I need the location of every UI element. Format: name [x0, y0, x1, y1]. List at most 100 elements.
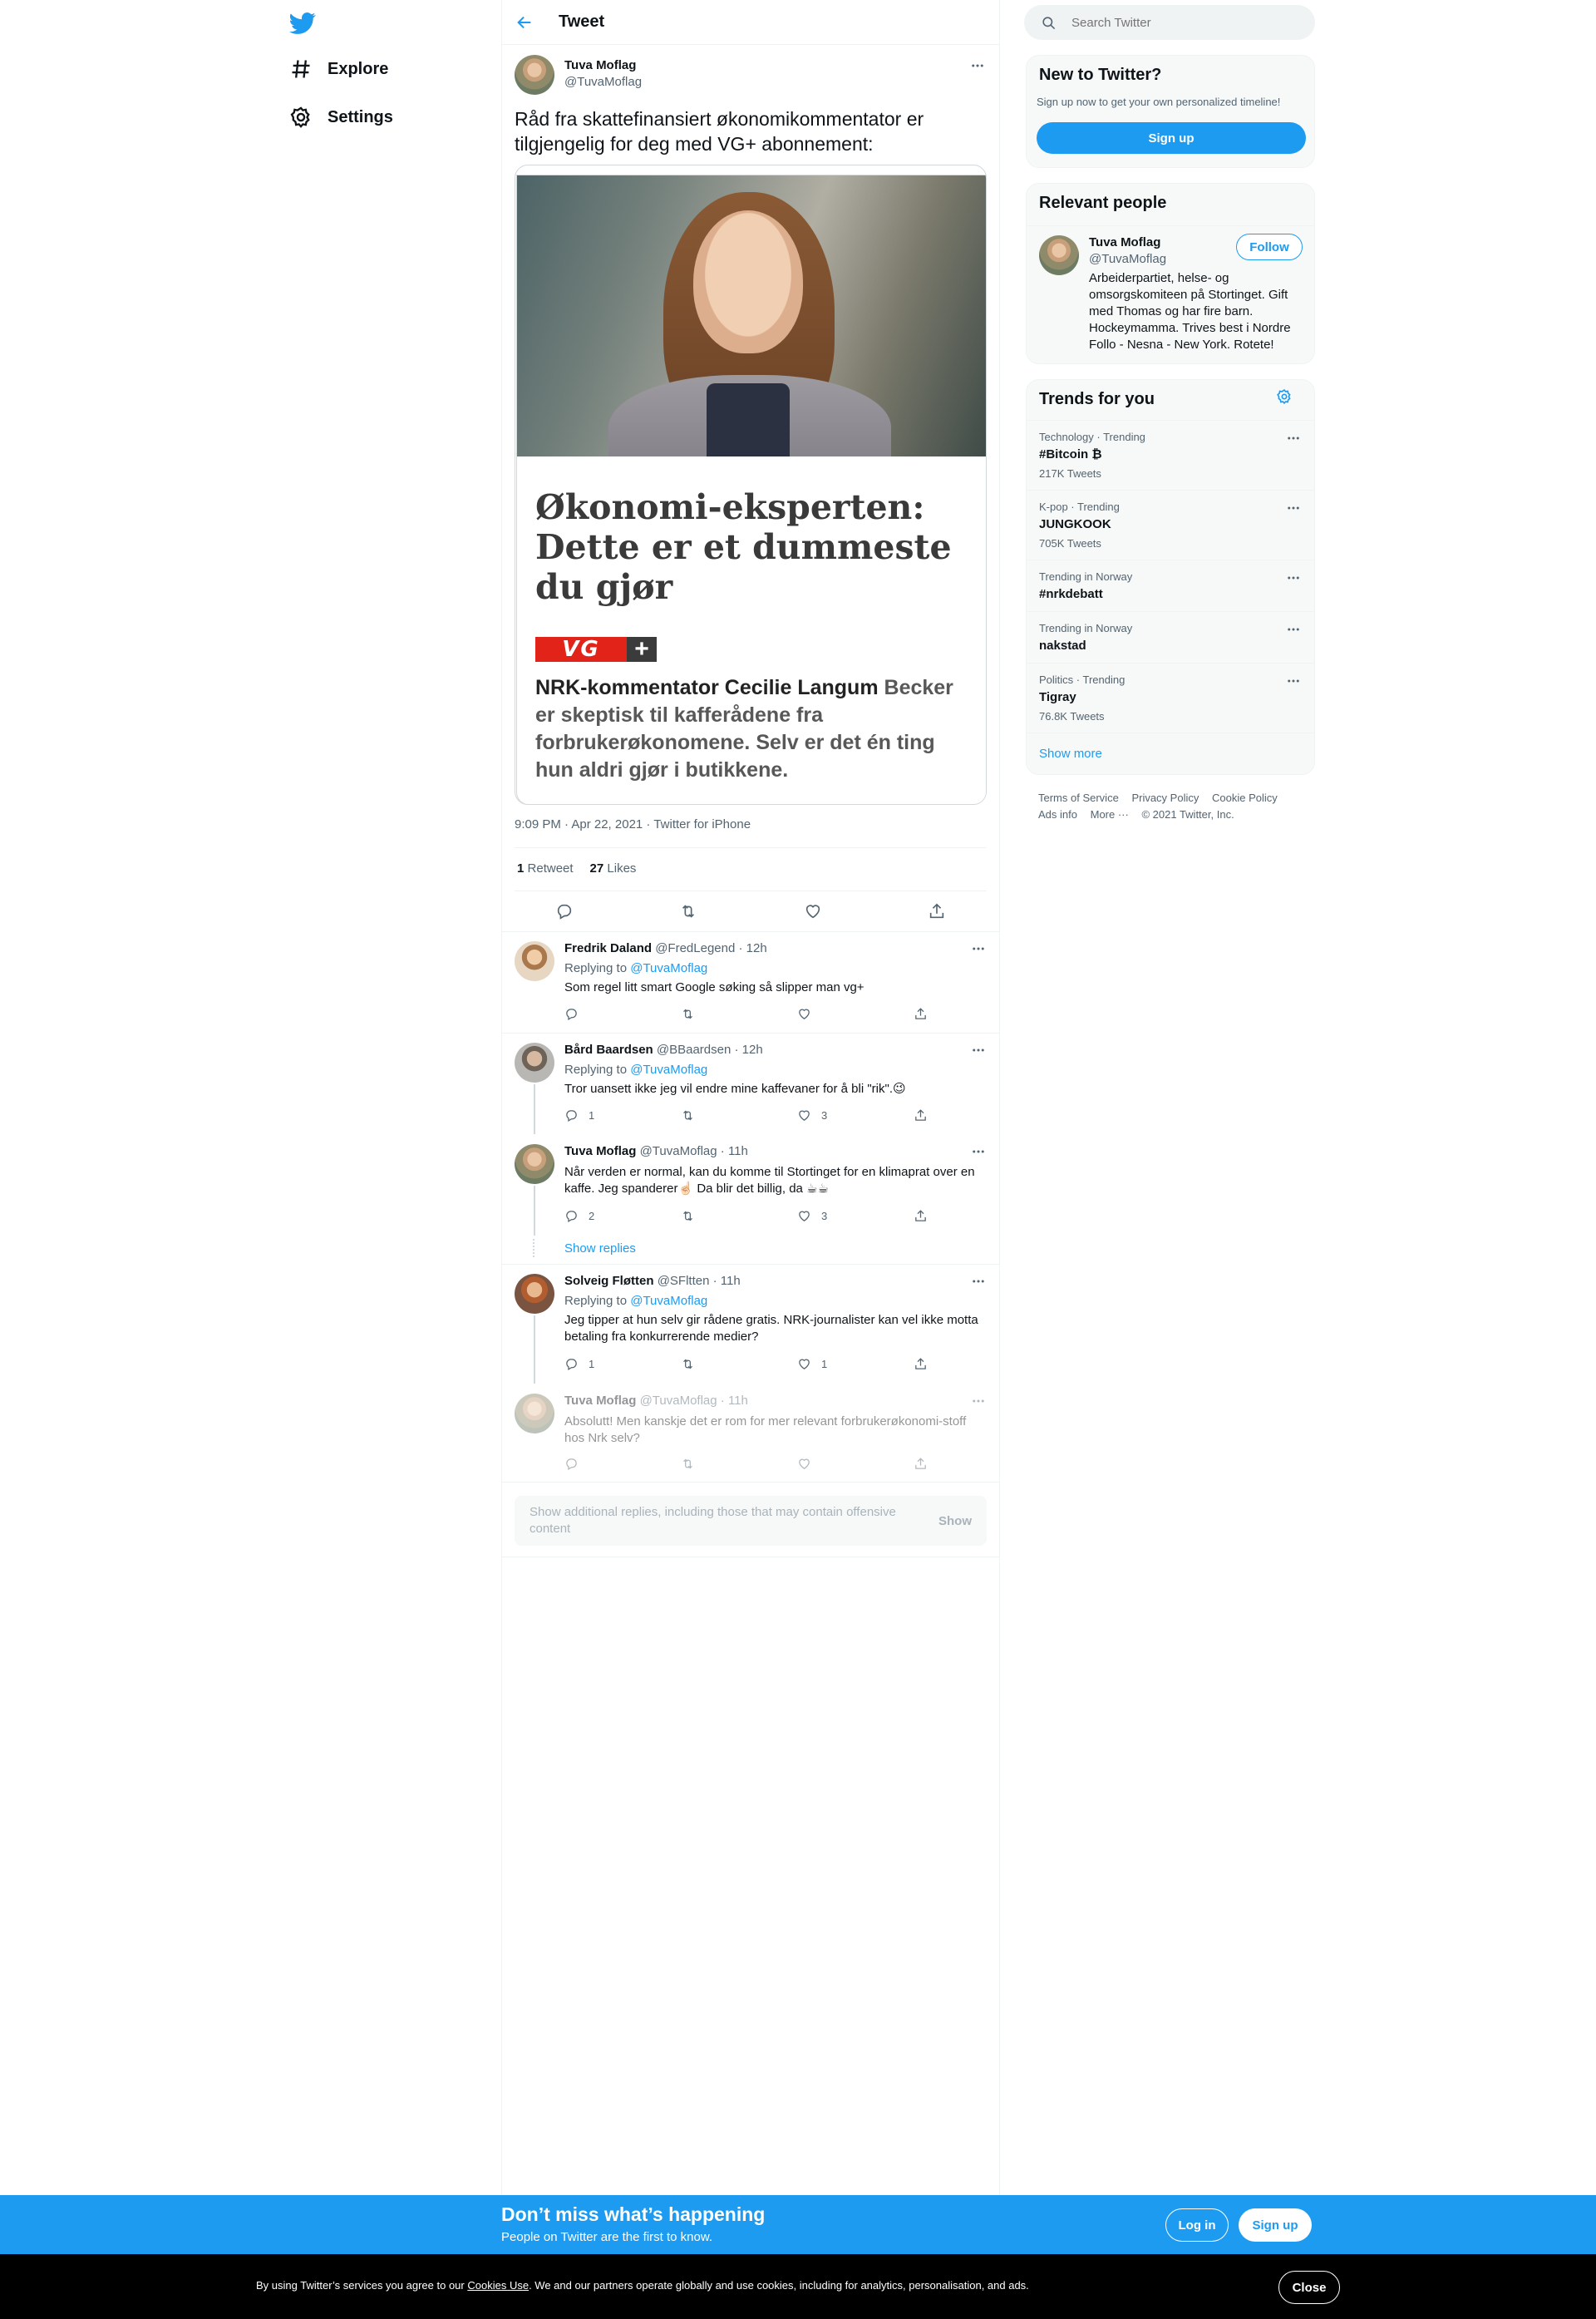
- more-options-icon[interactable]: [971, 1394, 986, 1409]
- reply-avatar[interactable]: [515, 1394, 554, 1433]
- reply-reply-button[interactable]: [564, 1457, 656, 1471]
- reply-name[interactable]: Tuva Moflag: [564, 1144, 636, 1158]
- show-additional-replies[interactable]: Show additional replies, including those…: [515, 1496, 987, 1546]
- footer-privacy[interactable]: Privacy Policy: [1131, 792, 1199, 804]
- more-options-icon[interactable]: [971, 941, 986, 956]
- reply-avatar[interactable]: [515, 1043, 554, 1083]
- reply-retweet-button[interactable]: [681, 1457, 772, 1471]
- reply-reply-button[interactable]: 1: [564, 1357, 656, 1371]
- search-input[interactable]: [1071, 15, 1304, 30]
- relevant-avatar[interactable]: [1039, 235, 1079, 275]
- share-icon[interactable]: [928, 902, 946, 920]
- replying-to-handle[interactable]: @TuvaMoflag: [630, 1294, 707, 1308]
- author-handle[interactable]: @TuvaMoflag: [564, 75, 642, 89]
- login-button[interactable]: Log in: [1165, 2208, 1229, 2242]
- reply-item[interactable]: Solveig Fløtten @SFltten · 11h Replying …: [502, 1264, 999, 1384]
- reply-like-button[interactable]: 3: [797, 1209, 889, 1223]
- reply-retweet-button[interactable]: [681, 1357, 772, 1371]
- reply-item[interactable]: Tuva Moflag @TuvaMoflag · 11h Absolutt! …: [502, 1384, 999, 1480]
- show-more-link[interactable]: Show more: [1039, 747, 1102, 761]
- reply-like-button[interactable]: 3: [797, 1108, 889, 1122]
- trend-item[interactable]: Technology · Trending #Bitcoin ₿ 217K Tw…: [1027, 420, 1314, 490]
- footer-cookie[interactable]: Cookie Policy: [1212, 792, 1278, 804]
- cookies-use-link[interactable]: Cookies Use: [467, 2279, 529, 2292]
- more-options-icon[interactable]: [1286, 431, 1301, 446]
- trend-item[interactable]: Trending in Norway #nrkdebatt: [1027, 560, 1314, 611]
- sidebar-signup-button[interactable]: Sign up: [1037, 122, 1306, 154]
- author-name[interactable]: Tuva Moflag: [564, 58, 636, 72]
- reply-time[interactable]: · 11h: [713, 1274, 741, 1288]
- search-bar[interactable]: [1024, 5, 1315, 40]
- reply-time[interactable]: · 11h: [721, 1394, 748, 1408]
- more-options-icon[interactable]: [1286, 673, 1301, 688]
- more-options-icon[interactable]: [1286, 570, 1301, 585]
- twitter-logo-icon[interactable]: [289, 10, 316, 37]
- reply-reply-button[interactable]: 2: [564, 1209, 656, 1223]
- reply-handle[interactable]: @FredLegend: [655, 941, 735, 955]
- reply-item[interactable]: Bård Baardsen @BBaardsen · 12h Replying …: [502, 1033, 999, 1134]
- reply-time[interactable]: · 11h: [721, 1144, 748, 1158]
- replying-to-handle[interactable]: @TuvaMoflag: [630, 961, 707, 975]
- reply-name[interactable]: Tuva Moflag: [564, 1394, 636, 1408]
- reply-item[interactable]: Tuva Moflag @TuvaMoflag · 11h Når verden…: [502, 1134, 999, 1236]
- reply-name[interactable]: Fredrik Daland: [564, 941, 652, 955]
- link-card[interactable]: Økonomi-eksperten: Dette er et dummeste …: [515, 165, 987, 805]
- reply-avatar[interactable]: [515, 1144, 554, 1184]
- show-additional-button[interactable]: Show: [938, 1514, 972, 1528]
- reply-handle[interactable]: @TuvaMoflag: [640, 1394, 717, 1408]
- reply-name[interactable]: Bård Baardsen: [564, 1043, 653, 1057]
- reply-item[interactable]: Fredrik Daland @FredLegend · 12h Replyin…: [502, 931, 999, 1033]
- reply-like-button[interactable]: [797, 1457, 889, 1471]
- retweet-icon[interactable]: [679, 902, 697, 920]
- reply-share-button[interactable]: [914, 1357, 930, 1371]
- trend-item[interactable]: Trending in Norway nakstad: [1027, 611, 1314, 663]
- back-arrow-icon[interactable]: [515, 11, 539, 34]
- gear-icon[interactable]: [1276, 388, 1293, 405]
- nav-settings[interactable]: Settings: [289, 94, 393, 141]
- reply-handle[interactable]: @SFltten: [658, 1274, 710, 1288]
- reply-avatar[interactable]: [515, 1274, 554, 1314]
- reply-share-button[interactable]: [914, 1457, 930, 1471]
- more-options-icon[interactable]: [971, 1274, 986, 1289]
- footer-more[interactable]: More ···: [1091, 808, 1129, 821]
- reply-like-button[interactable]: [797, 1007, 889, 1021]
- reply-retweet-button[interactable]: [681, 1007, 772, 1021]
- reply-retweet-button[interactable]: [681, 1108, 772, 1122]
- reply-share-button[interactable]: [914, 1108, 930, 1122]
- more-options-icon[interactable]: [970, 58, 985, 73]
- nav-explore[interactable]: Explore: [289, 46, 388, 92]
- footer-terms[interactable]: Terms of Service: [1038, 792, 1119, 804]
- reply-share-button[interactable]: [914, 1209, 930, 1223]
- relevant-name[interactable]: Tuva Moflag: [1089, 235, 1160, 249]
- trend-item[interactable]: Politics · Trending Tigray 76.8K Tweets: [1027, 663, 1314, 733]
- more-options-icon[interactable]: [971, 1144, 986, 1159]
- reply-share-button[interactable]: [914, 1007, 930, 1021]
- reply-reply-button[interactable]: [564, 1007, 656, 1021]
- more-options-icon[interactable]: [1286, 622, 1301, 637]
- author-avatar[interactable]: [515, 55, 554, 95]
- like-count[interactable]: 27 Likes: [590, 861, 637, 876]
- reply-handle[interactable]: @TuvaMoflag: [640, 1144, 717, 1158]
- reply-retweet-button[interactable]: [681, 1209, 772, 1223]
- reply-avatar[interactable]: [515, 941, 554, 981]
- reply-time[interactable]: · 12h: [735, 1043, 763, 1057]
- like-icon[interactable]: [804, 902, 822, 920]
- trend-item[interactable]: K-pop · Trending JUNGKOOK 705K Tweets: [1027, 490, 1314, 560]
- more-options-icon[interactable]: [1286, 501, 1301, 516]
- relevant-handle[interactable]: @TuvaMoflag: [1089, 252, 1166, 266]
- replying-to-handle[interactable]: @TuvaMoflag: [630, 1063, 707, 1077]
- footer-ads[interactable]: Ads info: [1038, 808, 1077, 821]
- cookie-close-button[interactable]: Close: [1278, 2271, 1340, 2304]
- show-replies-link[interactable]: Show replies: [564, 1241, 636, 1256]
- reply-like-button[interactable]: 1: [797, 1357, 889, 1371]
- reply-name[interactable]: Solveig Fløtten: [564, 1274, 654, 1288]
- more-options-icon[interactable]: [971, 1043, 986, 1058]
- banner-signup-button[interactable]: Sign up: [1239, 2208, 1312, 2242]
- follow-button[interactable]: Follow: [1236, 234, 1303, 260]
- reply-time[interactable]: · 12h: [739, 941, 767, 955]
- tweet-meta[interactable]: 9:09 PM · Apr 22, 2021 · Twitter for iPh…: [515, 817, 751, 831]
- reply-handle[interactable]: @BBaardsen: [657, 1043, 731, 1057]
- reply-reply-button[interactable]: 1: [564, 1108, 656, 1122]
- reply-icon[interactable]: [555, 902, 574, 920]
- retweet-count[interactable]: 1 Retweet: [517, 861, 574, 876]
